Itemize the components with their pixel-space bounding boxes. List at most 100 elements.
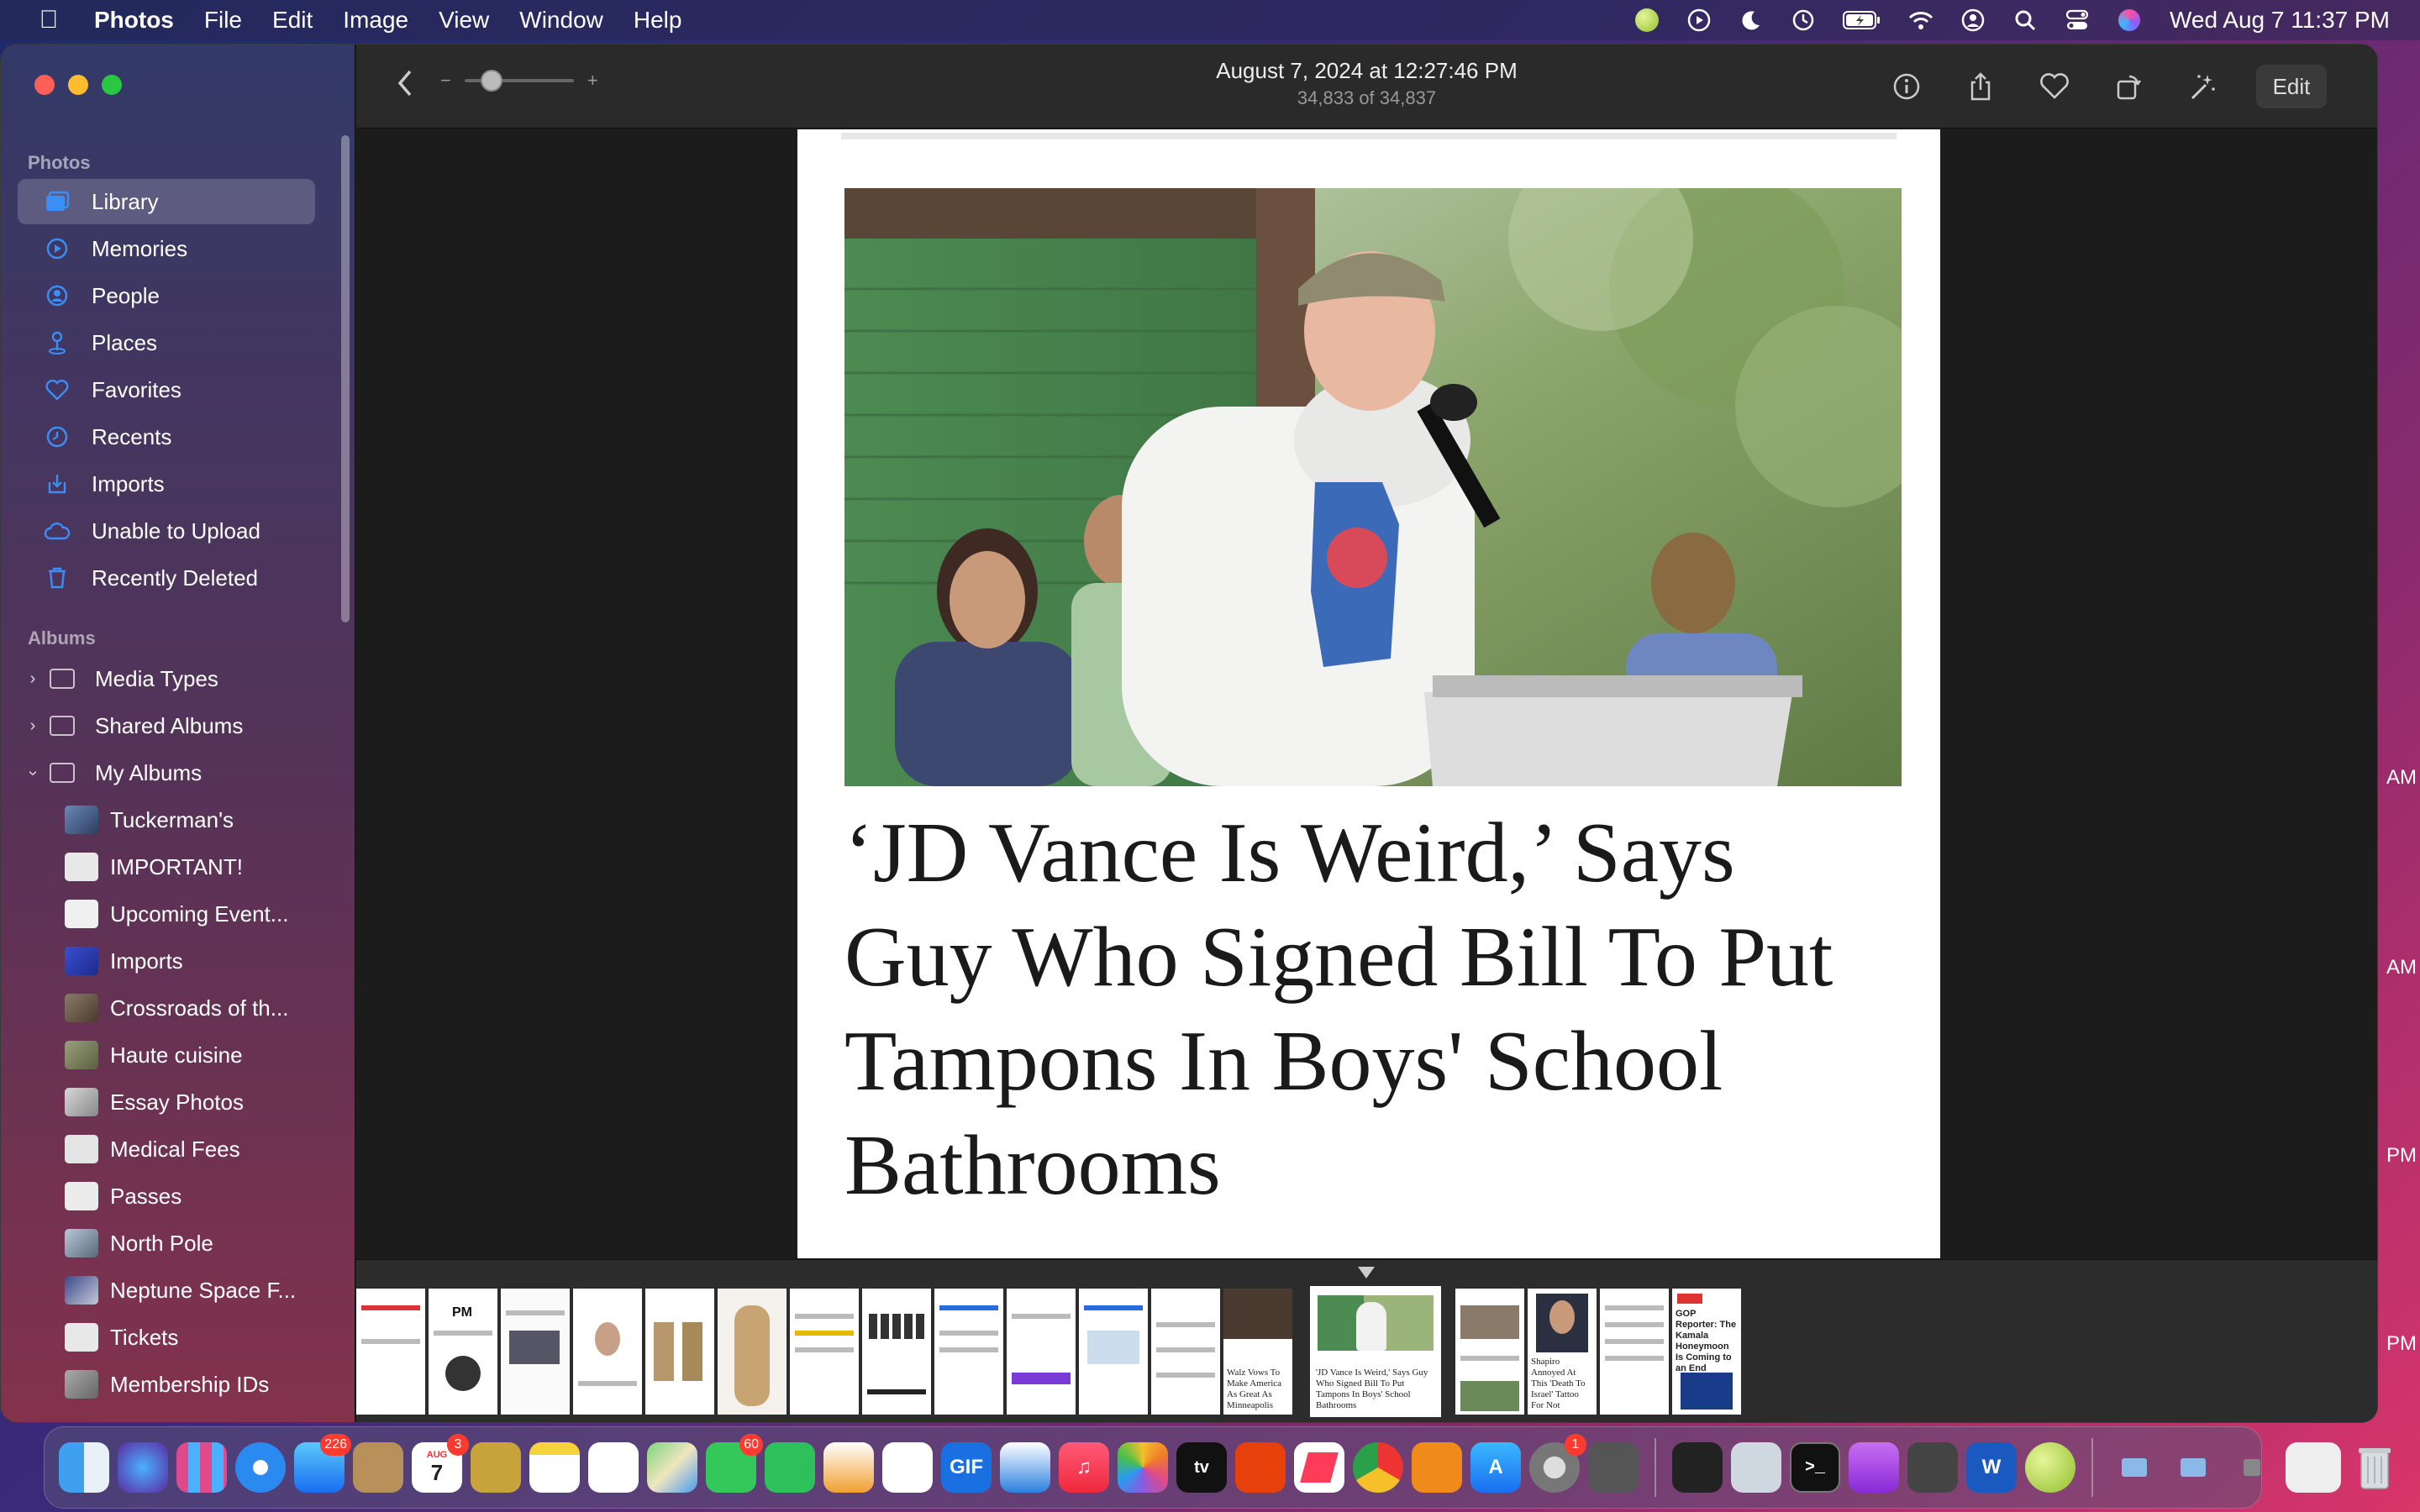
downloads-folder-icon[interactable] — [2109, 1442, 2160, 1493]
filmstrip-thumb[interactable] — [862, 1289, 931, 1415]
sidebar-item-memories[interactable]: Memories — [18, 226, 315, 271]
menu-view[interactable]: View — [439, 7, 489, 34]
close-button[interactable] — [34, 75, 55, 95]
filmstrip-thumb[interactable] — [645, 1289, 714, 1415]
status-dot-icon[interactable] — [1634, 7, 1660, 34]
album-item[interactable]: Neptune Space F... — [18, 1268, 315, 1313]
album-item[interactable]: IMPORTANT! — [18, 844, 315, 890]
sidebar-item-favorites[interactable]: Favorites — [18, 367, 315, 412]
siri-icon[interactable] — [2116, 7, 2143, 34]
photos-icon[interactable] — [1118, 1442, 1168, 1493]
notes-icon[interactable] — [529, 1442, 580, 1493]
stack-icon[interactable] — [2227, 1442, 2277, 1493]
battery-icon[interactable] — [1842, 7, 1882, 34]
zoom-button[interactable] — [102, 75, 122, 95]
album-item[interactable]: Membership IDs — [18, 1362, 315, 1407]
filmstrip-thumb[interactable] — [356, 1289, 425, 1415]
sidebar-item-places[interactable]: Places — [18, 320, 315, 365]
spotlight-search-icon[interactable] — [2012, 7, 2039, 34]
contacts-icon[interactable] — [353, 1442, 403, 1493]
minimize-button[interactable] — [68, 75, 88, 95]
voice-memos-icon[interactable] — [1672, 1442, 1723, 1493]
filmstrip-thumb[interactable] — [1600, 1289, 1669, 1415]
messages-icon[interactable]: 60 — [706, 1434, 763, 1493]
music-icon[interactable]: ♫ — [1059, 1442, 1109, 1493]
filmstrip[interactable]: PM Walz Vows To Make America As Great As… — [356, 1259, 2377, 1422]
moon-icon[interactable] — [1738, 7, 1765, 34]
photo-viewer[interactable]: ‘JD Vance Is Weird,’ Says Guy Who Signed… — [356, 129, 2377, 1258]
pages-icon[interactable] — [823, 1442, 874, 1493]
sidebar-item-recently-deleted[interactable]: Recently Deleted — [18, 555, 315, 601]
printer-icon[interactable] — [1907, 1442, 1958, 1493]
play-icon[interactable] — [1686, 7, 1712, 34]
album-item[interactable]: North Pole — [18, 1221, 315, 1266]
filmstrip-thumb[interactable]: PM — [429, 1289, 497, 1415]
mail-icon[interactable]: 226 — [294, 1434, 351, 1493]
news-icon[interactable] — [1294, 1442, 1344, 1493]
album-item[interactable]: Crossroads of th... — [18, 985, 315, 1031]
chrome-icon[interactable] — [1353, 1442, 1403, 1493]
album-item[interactable]: Essay Photos — [18, 1079, 315, 1125]
album-item[interactable]: Tickets — [18, 1315, 315, 1360]
filmstrip-thumb[interactable] — [1007, 1289, 1076, 1415]
chevron-right-icon[interactable]: › — [24, 717, 41, 736]
office-icon[interactable] — [1235, 1442, 1286, 1493]
menu-help[interactable]: Help — [634, 7, 682, 34]
menu-window[interactable]: Window — [519, 7, 603, 34]
sidebar-scrollbar[interactable] — [341, 135, 350, 622]
magic-wand-icon[interactable] — [2182, 66, 2223, 107]
menu-image[interactable]: Image — [343, 7, 408, 34]
wifi-icon[interactable] — [1907, 7, 1934, 34]
sidebar-item-library[interactable]: Library — [18, 179, 315, 224]
edit-button[interactable]: Edit — [2256, 65, 2327, 108]
control-center-icon[interactable] — [2064, 7, 2091, 34]
filmstrip-thumb[interactable] — [790, 1289, 859, 1415]
launchpad-icon[interactable] — [176, 1442, 227, 1493]
notebook-icon[interactable] — [471, 1442, 521, 1493]
apple-tv-icon[interactable]: tv — [1176, 1442, 1227, 1493]
user-icon[interactable] — [1960, 7, 1986, 34]
facetime-icon[interactable] — [765, 1442, 815, 1493]
trash-icon[interactable] — [2349, 1442, 2400, 1493]
sidebar-group-my-albums[interactable]: › My Albums — [18, 750, 315, 795]
time-machine-icon[interactable] — [1790, 7, 1817, 34]
filmstrip-thumb[interactable] — [1079, 1289, 1148, 1415]
sidebar-group-shared-albums[interactable]: › Shared Albums — [18, 703, 315, 748]
sidebar-item-people[interactable]: People — [18, 273, 315, 318]
filmstrip-thumb[interactable] — [501, 1289, 570, 1415]
info-icon[interactable] — [1886, 66, 1927, 107]
album-item[interactable]: Haute cuisine — [18, 1032, 315, 1078]
documents-folder-icon[interactable] — [2168, 1442, 2218, 1493]
sidebar-item-recents[interactable]: Recents — [18, 414, 315, 459]
heart-icon[interactable] — [2034, 66, 2075, 107]
filmstrip-thumb[interactable]: Walz Vows To Make America As Great As Mi… — [1223, 1289, 1292, 1415]
siri-icon[interactable] — [118, 1442, 168, 1493]
album-item[interactable]: Imports — [18, 938, 315, 984]
filmstrip-thumb[interactable] — [1151, 1289, 1220, 1415]
chevron-down-icon[interactable]: › — [24, 764, 43, 781]
word-icon[interactable]: W — [1966, 1442, 2017, 1493]
album-item[interactable]: Tuckerman's — [18, 797, 315, 843]
filmstrip-thumb[interactable]: GOP Reporter: The Kamala Honeymoon Is Co… — [1672, 1289, 1741, 1415]
filmstrip-thumb-selected[interactable]: 'JD Vance Is Weird,' Says Guy Who Signed… — [1310, 1286, 1441, 1417]
filmstrip-thumb[interactable] — [1455, 1289, 1524, 1415]
menu-clock[interactable]: Wed Aug 7 11:37 PM — [2170, 7, 2390, 34]
share-icon[interactable] — [1960, 66, 2001, 107]
printer-icon[interactable] — [1588, 1442, 1639, 1493]
sidebar-item-unable-to-upload[interactable]: Unable to Upload — [18, 508, 315, 554]
album-item[interactable]: Medical Fees — [18, 1126, 315, 1172]
green-orb-icon[interactable] — [2025, 1442, 2075, 1493]
chevron-right-icon[interactable]: › — [24, 669, 41, 689]
rotate-icon[interactable] — [2108, 66, 2149, 107]
menu-app-name[interactable]: Photos — [94, 7, 174, 34]
recent-files-stack-icon[interactable] — [2286, 1442, 2341, 1493]
album-item[interactable]: Upcoming Event... — [18, 891, 315, 937]
filmstrip-thumb[interactable] — [573, 1289, 642, 1415]
filmstrip-thumb[interactable] — [934, 1289, 1003, 1415]
filmstrip-thumb[interactable] — [718, 1289, 786, 1415]
numbers-icon[interactable] — [882, 1442, 933, 1493]
finder-icon[interactable] — [59, 1442, 109, 1493]
filmstrip-thumb[interactable]: Shapiro Annoyed At This 'Death To Israel… — [1528, 1289, 1597, 1415]
app-store-icon[interactable]: A — [1470, 1442, 1521, 1493]
books-icon[interactable] — [1412, 1442, 1462, 1493]
